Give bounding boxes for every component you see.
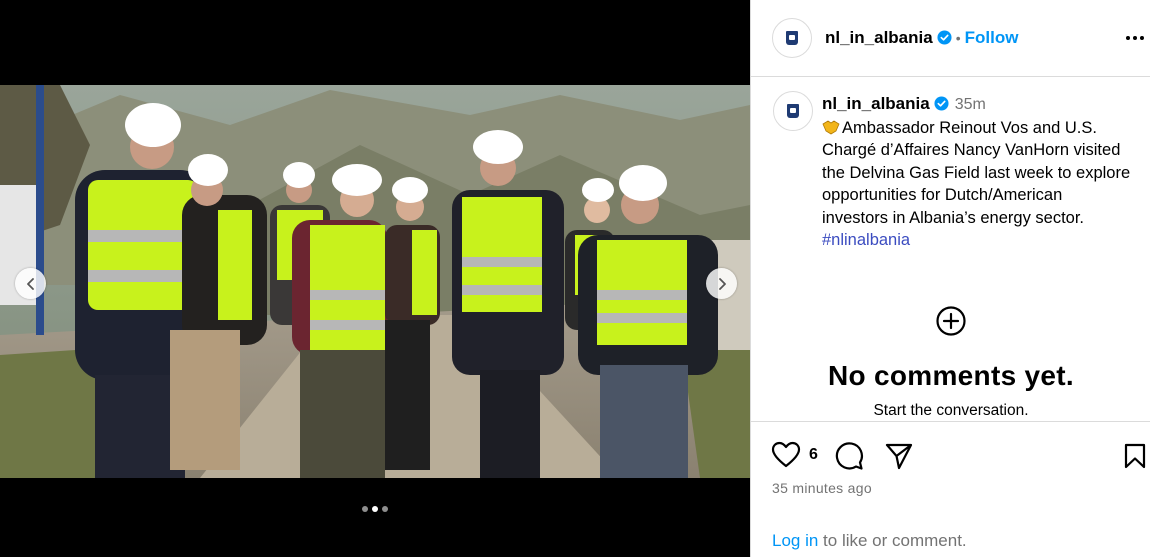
caption-text: Ambassador Reinout Vos and U.S. Chargé d… — [822, 118, 1131, 227]
comments-empty-state: No comments yet. Start the conversation. — [751, 305, 1150, 420]
post-details-panel: nl_in_albania • Follow nl_in_albania 35m Am… — [750, 0, 1150, 557]
post-media — [0, 0, 750, 557]
more-dot — [1133, 36, 1137, 40]
carousel-dot — [382, 506, 388, 512]
embassy-logo-icon — [787, 104, 799, 118]
caption-username[interactable]: nl_in_albania — [822, 94, 930, 113]
share-icon[interactable] — [884, 442, 914, 470]
more-dot — [1126, 36, 1130, 40]
handshake-emoji-icon — [822, 120, 840, 134]
site-visit-photo — [0, 85, 750, 478]
caption-body: Ambassador Reinout Vos and U.S. Chargé d… — [822, 117, 1132, 252]
header-username[interactable]: nl_in_albania — [825, 28, 933, 47]
verified-badge-icon — [937, 30, 952, 45]
verified-badge-icon — [934, 96, 949, 111]
avatar[interactable] — [772, 18, 812, 58]
more-options-button[interactable] — [1123, 28, 1147, 48]
header-user-line: nl_in_albania • Follow — [825, 28, 1018, 48]
post-caption: nl_in_albania 35m Ambassador Reinout Vos … — [822, 93, 1132, 252]
carousel-dots — [0, 506, 750, 512]
post-photo — [0, 85, 750, 478]
post-actions: 6 35 minutes ago Log in to like or comme… — [751, 421, 1150, 557]
empty-comments-subtitle: Start the conversation. — [873, 402, 1029, 419]
caption-avatar[interactable] — [773, 91, 813, 131]
heart-icon[interactable] — [771, 441, 801, 469]
caption-header: nl_in_albania 35m — [822, 93, 1132, 117]
embassy-logo-icon — [786, 31, 798, 45]
login-link[interactable]: Log in — [772, 531, 818, 550]
login-prompt-text: to like or comment. — [818, 531, 967, 550]
bookmark-icon[interactable] — [1123, 442, 1147, 470]
chevron-left-icon — [26, 277, 34, 290]
like-count[interactable]: 6 — [809, 446, 818, 464]
comment-icon[interactable] — [834, 441, 864, 471]
chevron-right-icon — [718, 277, 726, 290]
empty-comments-title: No comments yet. — [828, 360, 1074, 391]
plus-circle-icon — [936, 306, 966, 336]
follow-button[interactable]: Follow — [965, 28, 1019, 47]
login-prompt: Log in to like or comment. — [772, 531, 967, 551]
post-time-ago[interactable]: 35 minutes ago — [772, 480, 872, 496]
caption-timestamp[interactable]: 35m — [955, 96, 986, 113]
more-dot — [1140, 36, 1144, 40]
carousel-dot-active — [372, 506, 378, 512]
header-separator: • — [955, 30, 961, 46]
carousel-dot — [362, 506, 368, 512]
post-header: nl_in_albania • Follow — [751, 0, 1150, 77]
carousel-next-button[interactable] — [706, 268, 737, 299]
carousel-prev-button[interactable] — [15, 268, 46, 299]
hashtag-link[interactable]: #nlinalbania — [822, 231, 910, 249]
